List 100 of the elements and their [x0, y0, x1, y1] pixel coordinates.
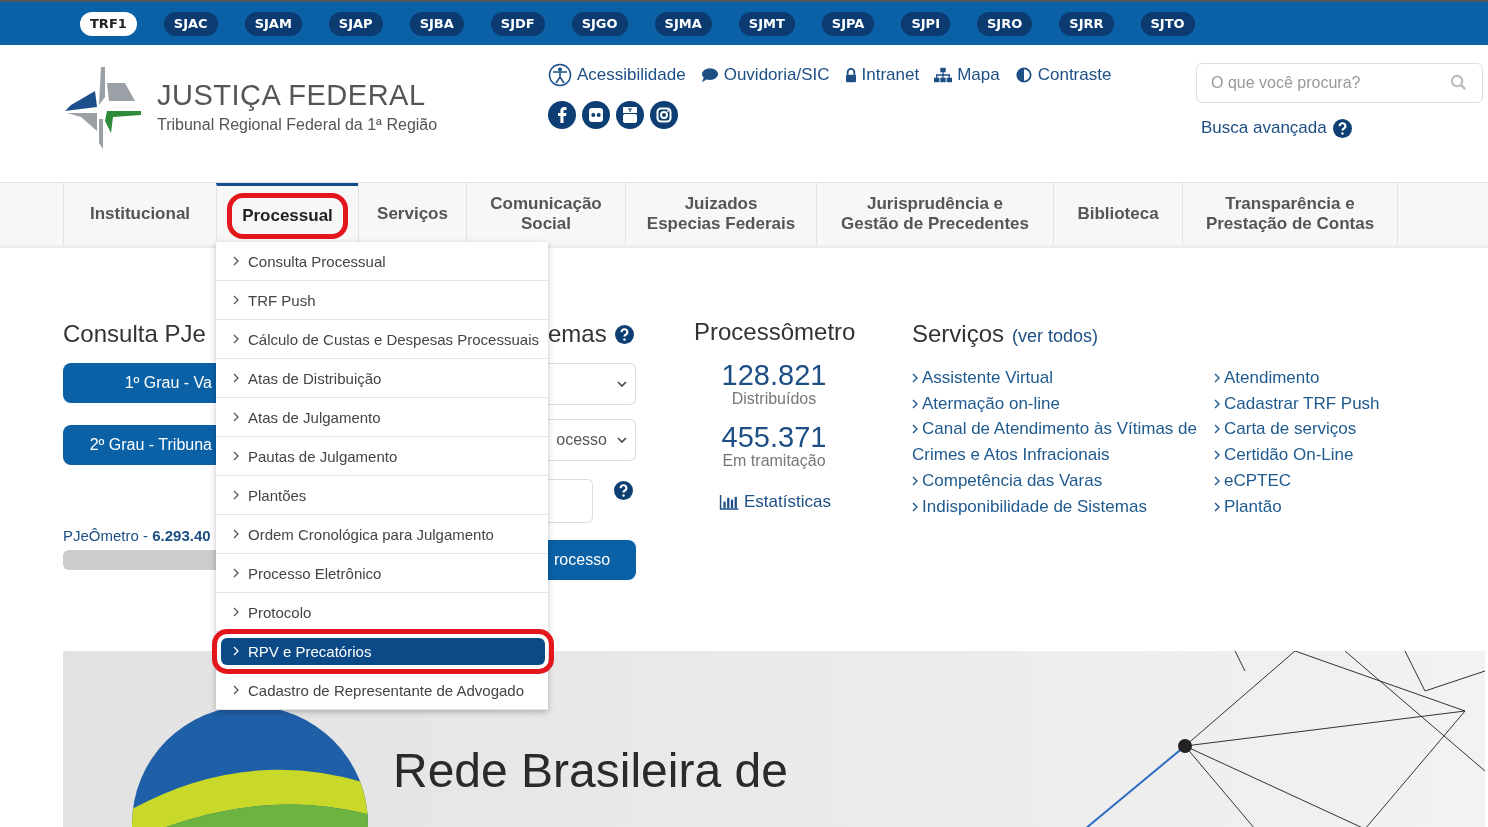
region-tab[interactable]: SJAC	[163, 11, 218, 36]
chevron-icon	[233, 529, 239, 539]
nav-tab[interactable]: Jurisprudência e Gestão de Precedentes	[816, 183, 1053, 245]
see-all-link[interactable]: (ver todos)	[1012, 326, 1099, 347]
flickr-icon[interactable]	[582, 101, 610, 129]
region-tab[interactable]: SJGO	[571, 11, 628, 36]
service-link[interactable]: Plantão	[1214, 493, 1434, 520]
nav-tab[interactable]: Biblioteca	[1053, 183, 1182, 245]
stat-value: 455.371	[721, 422, 827, 452]
chevron-icon	[233, 295, 239, 305]
chevron-icon	[1214, 475, 1220, 486]
menu-item[interactable]: Ordem Cronológica para Julgamento	[216, 515, 548, 553]
chevron-icon	[1214, 398, 1220, 409]
chevron-icon	[233, 490, 239, 500]
instagram-icon[interactable]	[650, 101, 678, 129]
chevron-icon	[912, 475, 918, 486]
section-heading: Serviços	[912, 320, 1005, 348]
utility-link[interactable]: Mapa	[934, 63, 1000, 87]
meter-link[interactable]: PJeÔmetro - 6.293.40	[63, 527, 213, 544]
menu-item[interactable]: Consulta Processual	[216, 242, 548, 280]
chevron-icon	[1214, 501, 1220, 512]
caret-icon	[617, 437, 627, 443]
site-subtitle: Tribunal Regional Federal da 1ª Região	[157, 115, 438, 134]
menu-item[interactable]: Atas de Julgamento	[216, 398, 548, 436]
chevron-icon	[912, 501, 918, 512]
site-title: JUSTIÇA FEDERAL	[157, 78, 427, 112]
service-link[interactable]: Atendimento	[1214, 365, 1434, 391]
section-heading: Consulta PJe	[63, 320, 206, 348]
region-tab[interactable]: TRF1	[80, 11, 137, 36]
chevron-icon	[233, 568, 239, 578]
menu-item[interactable]: TRF Push	[216, 281, 548, 319]
search-process-button[interactable]: rocesso	[548, 540, 636, 580]
nav-tab[interactable]: Juizados Especias Federais	[625, 183, 816, 245]
pje-button[interactable]: 2º Grau - Tribuna	[63, 425, 216, 465]
advanced-search-link[interactable]: Busca avançada	[1201, 118, 1327, 138]
utility-link[interactable]: Intranet	[844, 63, 920, 87]
chevron-icon	[233, 607, 239, 617]
nav-tab[interactable]: Institucional	[63, 183, 216, 245]
chevron-icon	[1214, 373, 1220, 383]
nav-tab[interactable]: Transparência e Prestação de Contas	[1182, 183, 1398, 245]
region-tab[interactable]: SJMT	[738, 11, 795, 36]
region-tab[interactable]: SJDF	[490, 11, 545, 36]
facebook-icon[interactable]	[548, 101, 576, 129]
service-link[interactable]: Indisponibilidade de Sistemas	[912, 493, 1214, 520]
sitemap-icon	[934, 67, 953, 83]
bar-chart-icon	[719, 494, 739, 510]
menu-item[interactable]: Protocolo	[216, 593, 548, 631]
pje-button[interactable]: 1º Grau - Va	[63, 363, 216, 403]
service-link[interactable]: Competência das Varas	[912, 467, 1214, 494]
statistics-link[interactable]: Estatísticas	[719, 492, 831, 512]
utility-link[interactable]: Contraste	[1014, 63, 1112, 87]
region-tab[interactable]: SJPA	[821, 11, 875, 36]
chevron-icon	[1214, 424, 1220, 435]
region-tab[interactable]: SJPI	[901, 11, 950, 36]
menu-item[interactable]: Pautas de Julgamento	[216, 437, 548, 475]
region-tab[interactable]: SJAP	[328, 11, 383, 36]
stat-label: Em tramitação	[722, 452, 826, 470]
region-tab[interactable]: SJAM	[244, 11, 302, 36]
chevron-icon	[233, 412, 239, 422]
stat-label: Distribuídos	[731, 390, 817, 408]
contrast-icon	[1014, 67, 1033, 83]
lock-icon	[844, 67, 857, 83]
service-link[interactable]: Carta de serviços	[1214, 416, 1434, 443]
service-link[interactable]: Assistente Virtual	[912, 365, 1214, 391]
section-heading: emas	[548, 320, 607, 348]
utility-link[interactable]: Ouvidoria/SIC	[700, 63, 830, 87]
menu-item[interactable]: Atas de Distribuição	[216, 359, 548, 397]
chevron-icon	[233, 256, 239, 266]
menu-item[interactable]: Plantões	[216, 476, 548, 514]
chevron-icon	[233, 334, 239, 344]
menu-item[interactable]: Cálculo de Custas e Despesas Processuais	[216, 320, 548, 358]
region-tab[interactable]: SJMA	[654, 11, 712, 36]
stat-value: 128.821	[721, 360, 827, 390]
region-tab[interactable]: SJBA	[409, 11, 464, 36]
service-link[interactable]: Atermação on-line	[912, 390, 1214, 417]
chevron-icon	[233, 685, 239, 695]
chevron-icon	[1214, 450, 1220, 461]
region-tab[interactable]: SJRO	[977, 11, 1033, 36]
chevron-icon	[912, 424, 918, 435]
service-link[interactable]: Canal de Atendimento às Vítimas de Crimes e Atos Infracionais	[912, 416, 1214, 468]
service-link[interactable]: Certidão On-Line	[1214, 442, 1434, 468]
service-link[interactable]: eCPTEC	[1214, 467, 1434, 494]
help-icon[interactable]	[1332, 118, 1352, 138]
caret-icon	[617, 381, 627, 387]
chevron-icon	[912, 398, 918, 409]
region-tab[interactable]: SJTO	[1140, 11, 1195, 36]
chevron-icon	[912, 373, 918, 383]
search-field[interactable]: O que você procura?	[1196, 63, 1483, 103]
utility-link[interactable]: Acessibilidade	[548, 63, 686, 87]
help-icon[interactable]	[614, 324, 634, 344]
banner-headline: Rede Brasileira de	[393, 743, 788, 798]
menu-item[interactable]: Cadastro de Representante de Advogado	[216, 671, 548, 709]
chevron-icon	[233, 373, 239, 383]
help-icon[interactable]	[614, 481, 633, 500]
region-tab[interactable]: SJRR	[1059, 11, 1114, 36]
service-link[interactable]: Cadastrar TRF Push	[1214, 390, 1434, 417]
accessibility-icon	[548, 63, 572, 87]
chevron-icon	[233, 646, 239, 656]
menu-item[interactable]: Processo Eletrônico	[216, 554, 548, 592]
chat-icon	[700, 67, 719, 83]
